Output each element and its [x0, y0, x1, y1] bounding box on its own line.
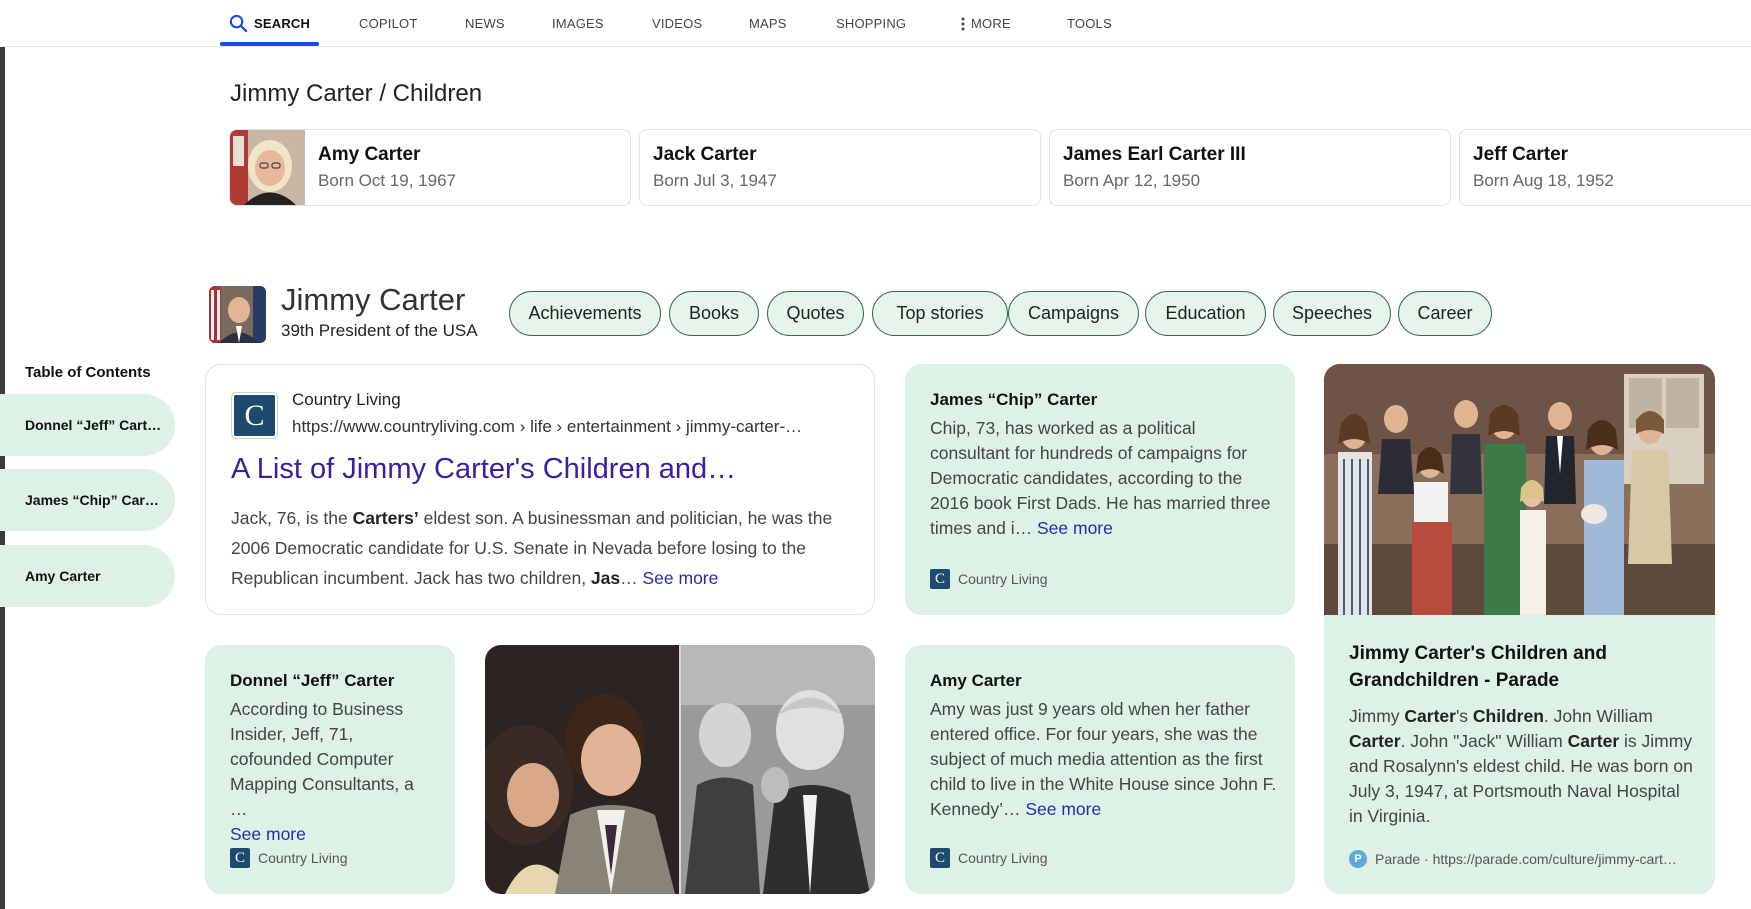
tab-search-label: SEARCH [254, 16, 311, 31]
card-source: C Country Living [930, 569, 1048, 589]
chip-quotes[interactable]: Quotes [767, 291, 864, 336]
result-snippet: Jack, 76, is the Carters’ eldest son. A … [231, 503, 851, 593]
country-living-logo-icon: C [231, 392, 278, 439]
entity-name: Jimmy Carter [281, 282, 466, 317]
card-title: Donnel “Jeff” Carter [230, 671, 395, 690]
result-source-name: Country Living [292, 390, 401, 409]
see-more-link[interactable]: See more [1037, 518, 1113, 538]
card-text-body: Amy was just 9 years old when her father… [930, 699, 1277, 819]
card-text-bold: Children [1472, 706, 1544, 726]
see-more-link[interactable]: See more [230, 824, 306, 844]
source-logo-letter: C [234, 395, 275, 436]
tab-images[interactable]: IMAGES [552, 0, 604, 47]
tab-copilot[interactable]: COPILOT [359, 0, 417, 47]
child-name: Jack Carter [653, 144, 757, 165]
child-born-date: Born Oct 19, 1967 [318, 171, 456, 190]
card-text-body: 's [1455, 706, 1473, 726]
tab-videos[interactable]: VIDEOS [652, 0, 702, 47]
card-text-body: Jimmy [1349, 706, 1405, 726]
card-title[interactable]: Jimmy Carter's Children and Grandchildre… [1349, 640, 1699, 694]
card-source-name[interactable]: Parade · https://parade.com/culture/jimm… [1375, 851, 1677, 867]
result-title-link[interactable]: A List of Jimmy Carter's Children and… [231, 453, 736, 486]
toc-item-jeff[interactable]: Donnel “Jeff” Cart… [0, 394, 175, 456]
family-photo [1324, 364, 1715, 615]
card-text-bold: Carter [1404, 706, 1456, 726]
card-text-bold: Carter [1349, 731, 1401, 751]
card-james-chip-carter[interactable]: James “Chip” Carter Chip, 73, has worked… [905, 364, 1295, 615]
child-born-date: Born Aug 18, 1952 [1473, 171, 1614, 190]
see-more-link[interactable]: See more [1025, 799, 1101, 819]
card-source-name: Country Living [258, 850, 348, 866]
card-parade[interactable]: Jimmy Carter's Children and Grandchildre… [1324, 364, 1715, 894]
snippet-bold: Carters’ [352, 508, 419, 528]
main-search-result: C Country Living https://www.countrylivi… [205, 364, 875, 615]
active-tab-indicator [220, 42, 319, 46]
tab-news[interactable]: NEWS [465, 0, 505, 47]
tab-more[interactable]: MORE [960, 0, 1011, 47]
chip-books[interactable]: Books [669, 291, 759, 336]
card-text: According to Business Insider, Jeff, 71,… [230, 697, 435, 847]
card-text: Amy was just 9 years old when her father… [930, 697, 1280, 822]
chip-speeches[interactable]: Speeches [1273, 291, 1391, 336]
toc-item-amy[interactable]: Amy Carter [0, 545, 175, 607]
child-card-jack[interactable]: Jack Carter Born Jul 3, 1947 [639, 129, 1041, 206]
card-text: Chip, 73, has worked as a political cons… [930, 416, 1275, 541]
see-more-link[interactable]: See more [643, 568, 719, 588]
tab-search[interactable]: SEARCH [229, 0, 310, 47]
card-amy-carter[interactable]: Amy Carter Amy was just 9 years old when… [905, 645, 1295, 894]
child-card-amy[interactable]: Amy Carter Born Oct 19, 1967 [229, 129, 631, 206]
card-source: C Country Living [930, 848, 1048, 868]
country-living-logo-icon: C [230, 848, 250, 868]
entity-thumbnail[interactable] [209, 286, 266, 343]
top-navigation: SEARCH COPILOT NEWS IMAGES VIDEOS MAPS S… [0, 0, 1751, 47]
snippet-bold: Jas [590, 568, 621, 588]
snippet-text: Jack, 76, is the [231, 508, 353, 528]
parade-logo-icon: P [1349, 850, 1367, 868]
toc-item-chip[interactable]: James “Chip” Car… [0, 469, 175, 531]
card-text-body: . John William [1543, 706, 1653, 726]
child-name: Jeff Carter [1473, 144, 1569, 165]
chip-top-stories[interactable]: Top stories [872, 291, 1008, 336]
card-source-name: Country Living [958, 571, 1048, 587]
card-source: P Parade · https://parade.com/culture/ji… [1349, 850, 1677, 868]
card-title: James “Chip” Carter [930, 390, 1098, 409]
child-photo-amy [230, 130, 305, 205]
card-text: Jimmy Carter's Children. John William Ca… [1349, 704, 1694, 829]
chip-education[interactable]: Education [1145, 291, 1266, 336]
child-name: Amy Carter [318, 144, 421, 165]
card-text-bold: Carter [1567, 731, 1620, 751]
child-born-date: Born Apr 12, 1950 [1063, 171, 1201, 190]
entity-subtitle: 39th President of the USA [281, 321, 478, 340]
card-title: Amy Carter [930, 671, 1022, 690]
child-card-jeff[interactable]: Jeff Carter Born Aug 18, 1952 [1459, 129, 1751, 206]
children-carousel-title: Jimmy Carter / Children [230, 80, 483, 107]
tab-shopping[interactable]: SHOPPING [836, 0, 906, 47]
country-living-logo-icon: C [930, 848, 950, 868]
card-text-body: . John "Jack" William [1400, 731, 1568, 751]
tab-more-label: MORE [971, 16, 1011, 31]
chip-campaigns[interactable]: Campaigns [1008, 291, 1139, 336]
card-source: C Country Living [230, 848, 348, 868]
country-living-logo-icon: C [930, 569, 950, 589]
card-donnel-jeff-carter[interactable]: Donnel “Jeff” Carter According to Busine… [205, 645, 455, 894]
card-source-name: Country Living [958, 850, 1048, 866]
chip-career[interactable]: Career [1398, 291, 1492, 336]
search-icon [229, 14, 248, 33]
carter-sons-photo-card[interactable] [485, 645, 875, 894]
tab-tools[interactable]: TOOLS [1067, 0, 1112, 47]
toc-heading: Table of Contents [25, 364, 151, 381]
card-text-body: According to Business Insider, Jeff, 71,… [230, 699, 414, 819]
more-vertical-icon [961, 17, 965, 30]
child-born-date: Born Jul 3, 1947 [653, 171, 777, 190]
result-url[interactable]: https://www.countryliving.com › life › e… [292, 417, 802, 437]
child-card-james[interactable]: James Earl Carter III Born Apr 12, 1950 [1049, 129, 1451, 206]
chip-achievements[interactable]: Achievements [509, 291, 661, 336]
child-name: James Earl Carter III [1063, 144, 1246, 165]
tab-maps[interactable]: MAPS [749, 0, 787, 47]
snippet-text: … [620, 568, 638, 588]
